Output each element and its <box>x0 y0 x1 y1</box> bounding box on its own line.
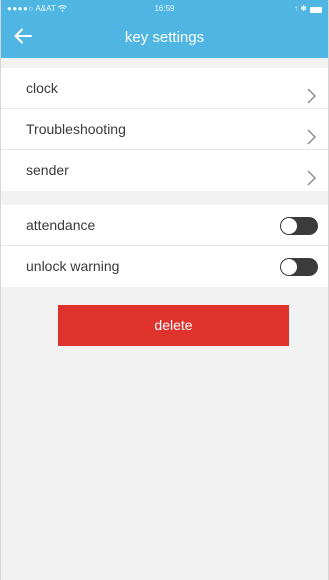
chevron-right-icon <box>304 162 318 186</box>
settings-group-toggles: attendance unlock warning <box>1 205 328 287</box>
setting-label: attendance <box>26 217 96 233</box>
setting-label: sender <box>26 162 69 178</box>
status-time: 16:59 <box>154 4 175 13</box>
setting-label: unlock warning <box>26 258 120 274</box>
setting-row-clock[interactable]: clock <box>1 68 328 109</box>
unlock-warning-toggle[interactable] <box>280 258 318 276</box>
toggle-knob <box>281 259 297 275</box>
top-bar: ●●●●○ A&AT 16:59 ↑ ✱ key settings <box>1 0 328 58</box>
delete-button[interactable]: delete <box>58 305 289 346</box>
chevron-right-icon <box>304 80 318 104</box>
setting-row-attendance: attendance <box>1 205 328 246</box>
settings-group-navigation: clock Troubleshooting sender <box>1 68 328 191</box>
setting-row-troubleshooting[interactable]: Troubleshooting <box>1 109 328 150</box>
setting-label: Troubleshooting <box>26 121 126 137</box>
navigation-bar: key settings <box>1 18 328 58</box>
setting-row-unlock-warning: unlock warning <box>1 246 328 287</box>
chevron-right-icon <box>304 121 318 145</box>
battery-icon <box>310 6 322 13</box>
location-bluetooth-icons: ↑ ✱ <box>294 4 307 13</box>
toggle-knob <box>281 218 297 234</box>
setting-row-sender[interactable]: sender <box>1 150 328 191</box>
attendance-toggle[interactable] <box>280 217 318 235</box>
app-screen: ●●●●○ A&AT 16:59 ↑ ✱ key settings clock … <box>0 0 329 580</box>
page-title: key settings <box>124 29 205 46</box>
status-bar: ●●●●○ A&AT 16:59 ↑ ✱ <box>1 0 328 18</box>
status-right: ↑ ✱ <box>294 0 322 18</box>
setting-label: clock <box>26 80 58 96</box>
